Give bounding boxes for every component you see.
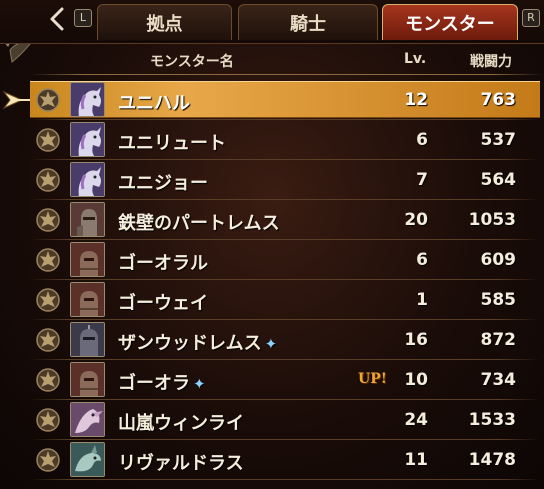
back-button[interactable] <box>44 6 70 32</box>
monster-power: 1533 <box>468 410 516 430</box>
monster-level: 10 <box>404 370 428 390</box>
monster-name: ユニジョー <box>118 173 208 194</box>
chevron-left-icon <box>50 7 64 31</box>
monster-name: ユニハル <box>118 93 190 114</box>
monster-row[interactable]: ザンウッドレムス ✦ 16 872 <box>0 320 544 360</box>
monster-level: 6 <box>416 250 428 270</box>
monster-row[interactable]: ユニリュート 6 537 <box>0 120 544 160</box>
monster-power: 1478 <box>468 450 516 470</box>
crest-icon <box>34 86 62 114</box>
up-badge: UP! <box>358 371 387 387</box>
monster-power: 537 <box>480 130 517 150</box>
monster-power: 609 <box>480 250 517 270</box>
crest-icon <box>34 166 62 194</box>
monster-row[interactable]: ユニジョー 7 564 <box>0 160 544 200</box>
crest-icon <box>34 286 62 314</box>
header-level: Lv. <box>404 51 427 67</box>
monster-name: 山嵐ウィンライ <box>118 413 244 434</box>
monster-level: 7 <box>416 170 428 190</box>
header-monster-name: モンスター名 <box>150 54 234 70</box>
monster-level: 20 <box>404 210 428 230</box>
unicorn-icon <box>70 122 105 157</box>
monster-row[interactable]: ユニハル 12 763 <box>0 80 544 120</box>
selection-cursor-icon <box>2 88 32 112</box>
sparkle-icon: ✦ <box>264 335 278 353</box>
monster-name: ゴーオラル <box>118 253 208 274</box>
monster-row[interactable]: ゴーウェイ 1 585 <box>0 280 544 320</box>
monster-row[interactable]: 鉄壁のパートレムス 20 1053 <box>0 200 544 240</box>
header-power: 戦闘力 <box>470 54 512 70</box>
monster-name: ザンウッドレムス ✦ <box>118 333 278 354</box>
monster-power: 763 <box>480 90 517 110</box>
monster-level: 24 <box>404 410 428 430</box>
monster-level: 1 <box>416 290 428 310</box>
monster-name: 鉄壁のパートレムス <box>118 213 280 234</box>
monster-power: 1053 <box>468 210 516 230</box>
row-divider <box>30 479 540 480</box>
crest-icon <box>34 446 62 474</box>
monster-row[interactable]: ゴーオラ ✦ UP! 10 734 <box>0 360 544 400</box>
unicorn-icon <box>70 82 105 117</box>
unicorn-icon <box>70 162 105 197</box>
monster-level: 16 <box>404 330 428 350</box>
griffin-icon <box>70 402 105 437</box>
tab-base[interactable]: 拠点 <box>97 4 232 40</box>
golem-icon <box>70 242 105 277</box>
monster-name: ユニリュート <box>118 133 226 154</box>
monster-name: ゴーウェイ <box>118 293 208 314</box>
key-hint-l: L <box>74 9 92 27</box>
monster-row[interactable]: リヴァルドラス 11 1478 <box>0 440 544 480</box>
crest-icon <box>34 406 62 434</box>
monster-row[interactable]: ゴーオラル 6 609 <box>0 240 544 280</box>
golem-icon <box>70 362 105 397</box>
column-header: モンスター名 Lv. 戦闘力 <box>0 44 544 76</box>
monster-power: 734 <box>480 370 517 390</box>
monster-row[interactable]: 山嵐ウィンライ 24 1533 <box>0 400 544 440</box>
monster-power: 564 <box>480 170 517 190</box>
key-hint-r: R <box>522 9 540 27</box>
monster-level: 11 <box>404 450 428 470</box>
crest-icon <box>34 366 62 394</box>
tab-monsters[interactable]: モンスター <box>382 4 518 40</box>
monster-list-screen: L 拠点 騎士 モンスター R モンスター名 Lv. 戦闘力 ユニハル 12 763… <box>0 0 544 489</box>
armored-knight-icon <box>70 202 105 237</box>
dragon-icon <box>70 442 105 477</box>
tab-knights[interactable]: 騎士 <box>238 4 378 40</box>
monster-level: 12 <box>404 90 428 110</box>
dark-knight-icon <box>70 322 105 357</box>
header-divider <box>30 74 544 75</box>
sparkle-icon: ✦ <box>193 375 206 393</box>
crest-icon <box>34 326 62 354</box>
monster-power: 872 <box>480 330 517 350</box>
crest-icon <box>34 246 62 274</box>
golem-icon <box>70 282 105 317</box>
crest-icon <box>34 206 62 234</box>
monster-power: 585 <box>480 290 517 310</box>
monster-name: ゴーオラ ✦ <box>118 373 206 394</box>
monster-name: リヴァルドラス <box>118 453 244 474</box>
monster-level: 6 <box>416 130 428 150</box>
tab-bar: L 拠点 騎士 モンスター R <box>0 0 544 44</box>
crest-icon <box>34 126 62 154</box>
monster-list: ユニハル 12 763 ユニリュート 6 537 ユニジョー 7 564 鉄壁のパートレムス 20 1… <box>0 80 544 480</box>
